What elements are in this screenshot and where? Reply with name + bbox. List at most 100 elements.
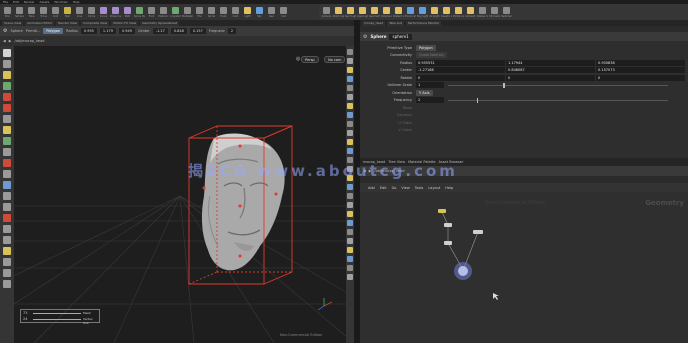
network-menu-item[interactable]: Edit xyxy=(380,186,387,190)
tool-button[interactable] xyxy=(3,137,11,145)
radius-y-field[interactable]: 1.179 xyxy=(99,28,116,34)
network-menu-item[interactable]: Go xyxy=(392,186,397,190)
tool-button[interactable] xyxy=(3,60,11,68)
tool-button[interactable] xyxy=(3,247,11,255)
right-pane-tab[interactable]: mocap_head xyxy=(362,20,386,26)
tool-button[interactable] xyxy=(3,148,11,156)
param-field[interactable]: 2 xyxy=(416,97,444,104)
tool-button[interactable] xyxy=(3,126,11,134)
display-option-button[interactable] xyxy=(347,121,353,127)
tool-button[interactable] xyxy=(3,82,11,90)
shelf-tool[interactable]: Metaball xyxy=(182,4,193,20)
center-x-field[interactable]: -1.27 xyxy=(152,28,168,34)
shelf-tool[interactable]: Platonic xyxy=(158,4,169,20)
display-option-button[interactable] xyxy=(347,274,353,280)
shelf-tool[interactable]: Curve xyxy=(98,4,109,20)
network-menu-item[interactable]: Help xyxy=(445,186,453,190)
param-field[interactable]: 0.950838 xyxy=(596,59,685,66)
shelf-tool[interactable]: VR Camera xyxy=(489,4,500,20)
tool-button[interactable] xyxy=(3,214,11,222)
shelf-tool[interactable]: Portal Light xyxy=(453,4,464,20)
tool-button[interactable] xyxy=(3,181,11,189)
display-option-button[interactable] xyxy=(347,130,353,136)
network-node-normal[interactable] xyxy=(444,241,452,245)
display-option-button[interactable] xyxy=(347,112,353,118)
shelf-tool[interactable]: File xyxy=(194,4,205,20)
shelf-tool[interactable]: Path xyxy=(122,4,133,20)
network-menu-item[interactable]: View xyxy=(401,186,409,190)
display-option-button[interactable] xyxy=(347,148,353,154)
network-node-output[interactable] xyxy=(458,266,468,276)
network-editor[interactable]: Non-Commercial Edition Geometry xyxy=(360,192,688,343)
shelf-tool[interactable]: Camera xyxy=(321,4,332,20)
network-menu-item[interactable]: Layout xyxy=(428,186,440,190)
display-option-button[interactable] xyxy=(347,58,353,64)
shelf-tool[interactable]: Spray Paint xyxy=(134,4,145,20)
shelf-tool[interactable]: Switcher xyxy=(501,4,512,20)
shelf-tool[interactable]: Geo xyxy=(266,4,277,20)
viewport-canvas[interactable] xyxy=(14,46,346,343)
gear-icon[interactable]: ⚙ xyxy=(3,28,7,34)
network-node-sphere[interactable] xyxy=(473,230,483,234)
left-pane-tab[interactable]: Scene View xyxy=(2,20,24,26)
left-pane-tab[interactable]: Animation Editor xyxy=(25,20,55,26)
left-pane-tab[interactable]: Render View xyxy=(56,20,80,26)
param-node-name-field[interactable]: sphere1 xyxy=(389,33,412,40)
shelf-tool[interactable]: Line xyxy=(74,4,85,20)
display-option-button[interactable] xyxy=(347,229,353,235)
shelf-tool[interactable]: Volume Light xyxy=(381,4,392,20)
shelf-tool[interactable]: Cam xyxy=(230,4,241,20)
param-field[interactable]: 0 xyxy=(416,74,505,81)
display-option-button[interactable] xyxy=(347,265,353,271)
network-menu-item[interactable]: Add xyxy=(368,186,375,190)
center-z-field[interactable]: 0.157 xyxy=(189,28,206,34)
display-option-button[interactable] xyxy=(347,67,353,73)
display-options-icon[interactable]: ◎ xyxy=(296,56,300,62)
display-option-button[interactable] xyxy=(347,238,353,244)
shelf-tool[interactable]: Sphere xyxy=(14,4,25,20)
viewport-path[interactable]: /obj/mocap_head xyxy=(14,39,44,43)
shelf-tool[interactable]: Null xyxy=(62,4,73,20)
shelf-tool[interactable]: Environment Light xyxy=(405,4,416,20)
tool-button[interactable] xyxy=(3,203,11,211)
network-node-transform[interactable] xyxy=(444,223,452,227)
shelf-tool[interactable]: Geometry Light xyxy=(369,4,380,20)
display-option-button[interactable] xyxy=(347,49,353,55)
display-option-button[interactable] xyxy=(347,76,353,82)
tool-button[interactable] xyxy=(3,104,11,112)
shelf-tool[interactable]: Spiral xyxy=(206,4,217,20)
shelf-tool[interactable]: Ambient Light xyxy=(465,4,476,20)
shelf-tool[interactable]: Light xyxy=(242,4,253,20)
network-node-file[interactable] xyxy=(438,209,446,213)
tool-button[interactable] xyxy=(3,280,11,288)
network-canvas[interactable] xyxy=(360,192,688,343)
display-option-button[interactable] xyxy=(347,211,353,217)
tool-button[interactable] xyxy=(3,93,11,101)
shelf-tool[interactable]: Font xyxy=(146,4,157,20)
shelf-tool[interactable]: Inst xyxy=(278,4,289,20)
param-field[interactable]: 0.848087 xyxy=(506,67,595,74)
tool-button[interactable] xyxy=(3,49,11,57)
tool-button[interactable] xyxy=(3,258,11,266)
gear-icon[interactable]: ⚙ xyxy=(363,34,367,40)
param-field[interactable]: 0 xyxy=(596,74,685,81)
display-option-button[interactable] xyxy=(347,85,353,91)
display-option-button[interactable] xyxy=(347,247,353,253)
shelf-tool[interactable]: Caustic Light xyxy=(441,4,452,20)
param-menu[interactable]: Polygon xyxy=(416,44,436,51)
param-field[interactable]: 1.17944 xyxy=(506,59,595,66)
param-field[interactable]: 1 xyxy=(416,82,444,89)
tool-button[interactable] xyxy=(3,269,11,277)
shelf-tool[interactable]: Area Light xyxy=(357,4,368,20)
left-pane-tab[interactable]: Composite View xyxy=(81,20,110,26)
shelf-tool[interactable]: Tube xyxy=(26,4,37,20)
shelf-tool[interactable]: Sky Light xyxy=(417,4,428,20)
param-field[interactable]: 0 xyxy=(506,74,595,81)
shelf-tool[interactable]: Helix xyxy=(218,4,229,20)
tool-button[interactable] xyxy=(3,115,11,123)
shelf-tool[interactable]: Box xyxy=(2,4,13,20)
center-y-field[interactable]: 0.848 xyxy=(170,28,187,34)
display-option-button[interactable] xyxy=(347,256,353,262)
radius-z-field[interactable]: 0.949 xyxy=(118,28,135,34)
right-pane-tab[interactable]: Performance Monitor xyxy=(406,20,442,26)
